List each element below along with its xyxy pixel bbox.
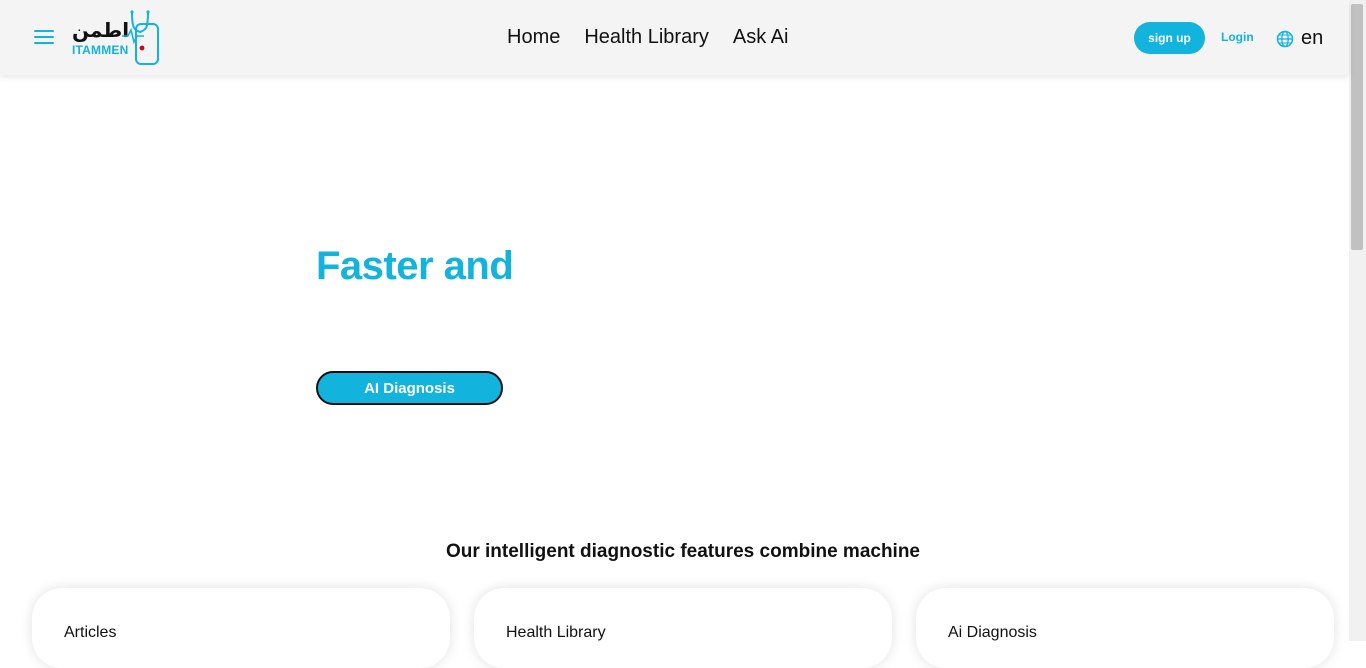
ai-diagnosis-button[interactable]: AI Diagnosis xyxy=(316,371,503,405)
login-link[interactable]: Login xyxy=(1221,30,1254,44)
features-heading: Our intelligent diagnostic features comb… xyxy=(445,541,921,562)
feature-card-label: Health Library xyxy=(506,624,606,641)
feature-card-label: Articles xyxy=(64,624,117,641)
nav-health-library[interactable]: Health Library xyxy=(584,26,709,49)
globe-icon xyxy=(1276,30,1294,47)
top-header: اطمن ITAMMEN Home Health Library Ask Ai … xyxy=(0,0,1349,75)
stethoscope-phone-icon xyxy=(122,10,159,65)
scrollbar-thumb[interactable] xyxy=(1351,4,1363,250)
main-nav: Home Health Library Ask Ai xyxy=(507,26,788,49)
nav-home[interactable]: Home xyxy=(507,26,560,49)
hero-title: Faster and xyxy=(316,244,514,288)
feature-card-label: Ai Diagnosis xyxy=(948,624,1037,641)
feature-card-articles[interactable]: Articles xyxy=(32,588,450,668)
hamburger-menu-icon[interactable] xyxy=(34,30,54,46)
nav-ask-ai[interactable]: Ask Ai xyxy=(733,26,789,49)
language-label: en xyxy=(1301,27,1324,49)
language-selector[interactable]: en xyxy=(1276,27,1323,50)
signup-button[interactable]: sign up xyxy=(1134,22,1205,54)
feature-card-ai-diagnosis[interactable]: Ai Diagnosis xyxy=(916,588,1334,668)
itammen-logo[interactable]: اطمن ITAMMEN xyxy=(70,10,162,66)
vertical-scrollbar[interactable] xyxy=(1349,0,1366,641)
feature-card-health-library[interactable]: Health Library xyxy=(474,588,892,668)
